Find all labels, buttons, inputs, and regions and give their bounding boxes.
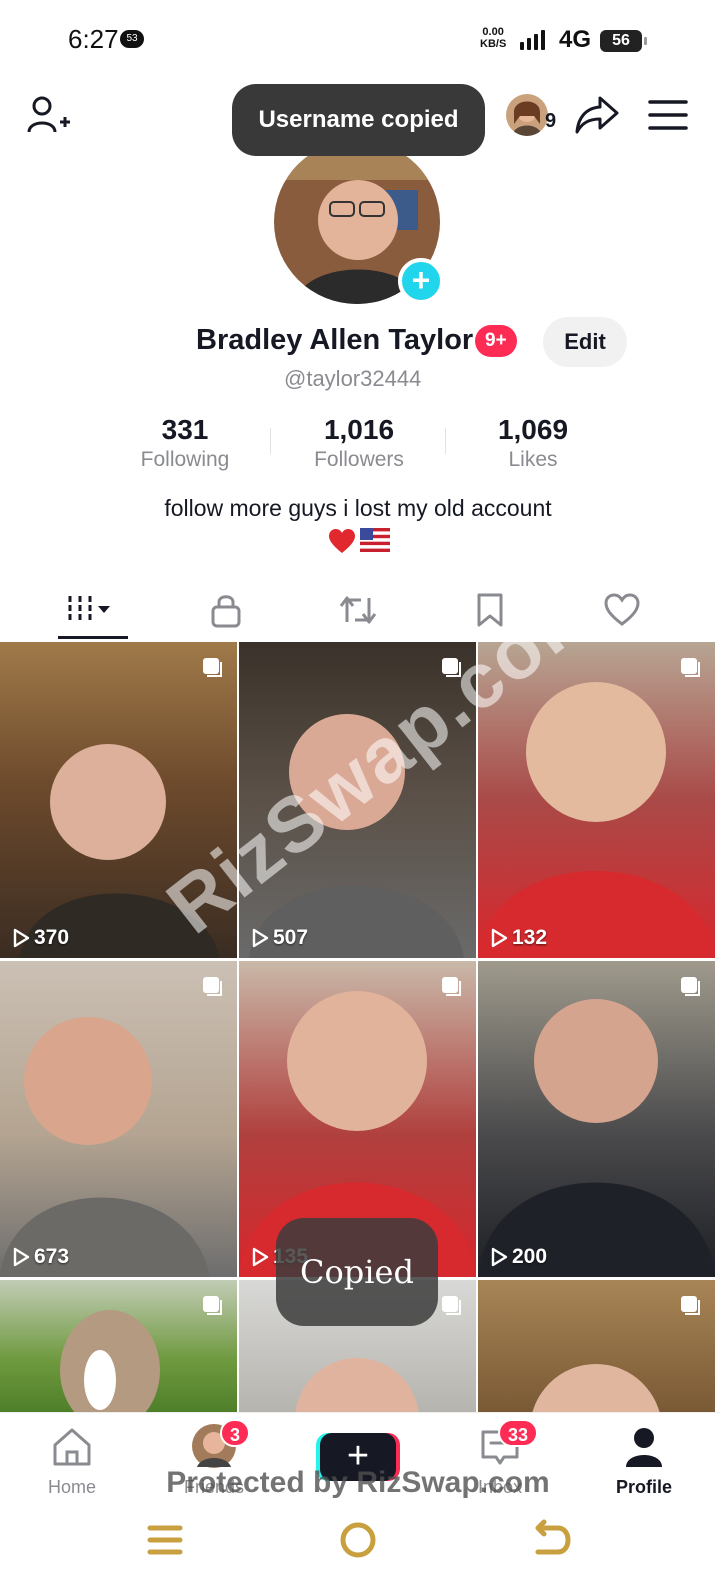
add-story-plus-icon[interactable]: + [398,258,444,304]
multi-post-icon [681,658,700,677]
us-flag-emoji-icon [360,528,390,552]
profile-avatar-container[interactable]: + [274,140,444,304]
story-avatar-image [506,94,548,136]
multi-post-icon [203,977,222,996]
hamburger-menu-icon [648,100,688,130]
back-icon [535,1519,571,1555]
story-avatar[interactable] [506,94,548,136]
home-icon [53,1428,91,1466]
menu-button[interactable] [646,96,690,136]
share-profile-button[interactable] [574,92,620,138]
tab-private[interactable] [160,580,292,640]
stat-following[interactable]: 331 Following [110,414,260,474]
stat-following-value: 331 [161,414,209,445]
battery-icon: 56 [600,30,647,52]
grid-icon [68,596,110,622]
system-navigation-bar [0,1506,720,1576]
network-speed-unit: KB/S [480,38,507,50]
inbox-badge: 33 [498,1419,539,1447]
network-type: 4G [559,26,592,53]
tab-videos[interactable] [28,580,160,640]
stat-followers-label: Followers [314,448,404,471]
repost-icon [339,596,377,624]
video-tile[interactable] [0,1280,237,1412]
multi-post-icon [681,1296,700,1315]
network-speed: 0.00 KB/S [480,26,506,50]
stat-divider [445,428,446,454]
status-time: 6:27 [68,24,119,54]
signal-icon [520,28,545,50]
username-copied-toast: Username copied [232,84,485,156]
stat-likes[interactable]: 1,069 Likes [458,414,608,474]
view-count: 200 [490,1245,547,1269]
lock-icon [211,595,241,628]
view-count-value: 673 [34,1245,70,1268]
multi-post-icon [203,1296,222,1315]
protected-banner: Protected by RizSwap.com [166,1466,550,1499]
recents-icon [147,1525,183,1555]
multi-post-icon [442,1296,461,1315]
video-tile[interactable] [478,1280,715,1412]
copied-toast: Copied [276,1218,438,1326]
profile-icon [626,1428,662,1467]
multi-post-icon [442,977,461,996]
view-count-value: 200 [512,1245,548,1268]
name-notification-badge[interactable]: 9+ [475,325,517,357]
play-icon [491,928,508,948]
play-icon [252,1247,269,1267]
play-icon [13,1247,30,1267]
view-count-value: 507 [273,926,309,949]
stat-following-label: Following [140,448,230,471]
video-thumbnail [478,999,715,1277]
stat-likes-label: Likes [508,448,558,471]
recents-button[interactable] [142,1518,186,1562]
bio-emoji-row [328,528,390,554]
view-count: 370 [12,926,69,950]
back-button[interactable] [530,1518,574,1562]
video-tile[interactable]: 200 [478,961,715,1277]
edit-profile-button[interactable]: Edit [543,317,627,367]
share-icon [575,96,619,134]
view-count-value: 370 [34,926,70,949]
video-thumbnail [0,1017,210,1277]
play-icon [13,928,30,948]
stat-followers[interactable]: 1,016 Followers [284,414,434,474]
play-icon [252,928,269,948]
play-icon [491,1247,508,1267]
stat-followers-value: 1,016 [323,414,395,445]
friends-badge: 3 [220,1419,251,1447]
video-tile[interactable]: 673 [0,961,237,1277]
profile-bio: follow more guys i lost my old account [164,495,552,521]
network-speed-value: 0.00 [482,26,504,38]
heart-emoji-icon [329,529,355,553]
tab-reposts[interactable] [292,580,424,640]
story-count: 9 [545,110,557,132]
stat-likes-value: 1,069 [497,414,569,445]
view-count: 673 [12,1245,69,1269]
stat-divider [270,428,271,454]
username[interactable]: @taylor32444 [284,366,421,392]
view-count: 132 [490,926,547,950]
notification-count-badge: 53 [120,30,144,48]
view-count-value: 132 [512,926,548,949]
home-circle-icon [340,1522,376,1558]
multi-post-icon [681,977,700,996]
display-name: Bradley Allen Taylor [196,324,474,356]
home-system-button[interactable] [336,1518,380,1562]
add-friend-button[interactable] [26,92,72,138]
view-count: 507 [251,926,308,950]
active-tab-indicator [58,636,128,639]
person-add-icon [27,96,70,133]
multi-post-icon [203,658,222,677]
profile-stats: 331 Following 1,016 Followers 1,069 Like… [110,414,610,474]
status-bar: 6:27 53 0.00 KB/S 4G 56 [0,0,720,80]
